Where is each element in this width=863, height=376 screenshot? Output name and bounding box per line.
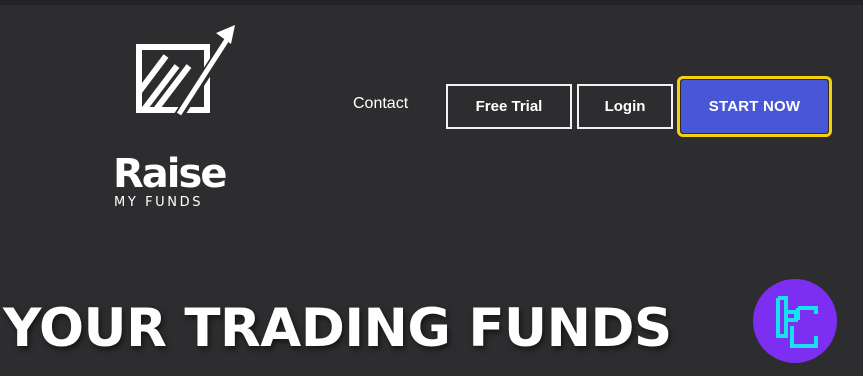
top-strip	[0, 0, 863, 5]
site-logo[interactable]: Raise MY FUNDS	[110, 22, 245, 209]
logo-wordmark: Raise	[113, 151, 227, 197]
nav-contact-link[interactable]: Contact	[353, 95, 408, 113]
logo-tagline: MY FUNDS	[114, 195, 204, 210]
hero-title: YOUR TRADING FUNDS	[3, 298, 672, 359]
chart-arrow-up-icon	[136, 25, 238, 120]
login-button[interactable]: Login	[577, 84, 673, 129]
free-trial-button[interactable]: Free Trial	[446, 84, 572, 129]
start-now-button[interactable]: START NOW	[681, 80, 828, 133]
tc-monogram-icon	[753, 279, 837, 363]
